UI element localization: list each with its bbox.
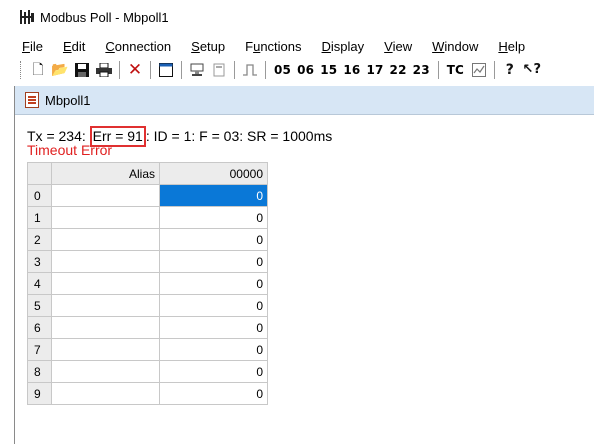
toolbar-separator bbox=[265, 61, 266, 79]
toolbar-separator bbox=[150, 61, 151, 79]
alias-cell[interactable] bbox=[51, 250, 160, 273]
register-value-cell[interactable]: 0 bbox=[159, 294, 268, 317]
table-row: 9 0 bbox=[27, 382, 268, 405]
table-row: 3 0 bbox=[27, 250, 268, 273]
disconnect-icon[interactable] bbox=[211, 62, 227, 78]
alias-cell[interactable] bbox=[51, 360, 160, 383]
register-value-cell[interactable]: 0 bbox=[159, 338, 268, 361]
table-row: 7 0 bbox=[27, 338, 268, 361]
toolbar-separator bbox=[119, 61, 120, 79]
window-titlebar: Modbus Poll - Mbpoll1 bbox=[0, 0, 594, 34]
toolbar: 🗋 📂 ✕ 05 06 15 16 17 22 23 TC ? ↖? bbox=[20, 58, 594, 82]
register-value-cell[interactable]: 0 bbox=[159, 272, 268, 295]
register-value-cell[interactable]: 0 bbox=[159, 228, 268, 251]
register-grid: Alias 00000 0 0 1 0 2 0 3 0 4 0 5 0 6 0 … bbox=[27, 162, 268, 405]
alias-cell[interactable] bbox=[51, 294, 160, 317]
print-icon[interactable] bbox=[96, 62, 112, 78]
child-window-title: Mbpoll1 bbox=[45, 92, 91, 108]
fc-23-button[interactable]: 23 bbox=[413, 63, 430, 77]
menu-view[interactable]: View bbox=[384, 39, 412, 54]
register-value-cell[interactable]: 0 bbox=[159, 250, 268, 273]
pulse-icon[interactable] bbox=[242, 62, 258, 78]
document-icon bbox=[25, 92, 39, 108]
row-header[interactable]: 7 bbox=[27, 338, 52, 361]
fc-17-button[interactable]: 17 bbox=[366, 63, 383, 77]
menu-help[interactable]: Help bbox=[498, 39, 525, 54]
table-row: 8 0 bbox=[27, 360, 268, 383]
fc-05-button[interactable]: 05 bbox=[274, 63, 291, 77]
monitor-icon[interactable] bbox=[471, 62, 487, 78]
register-value-cell[interactable]: 0 bbox=[159, 206, 268, 229]
help-icon[interactable]: ? bbox=[502, 62, 518, 78]
column-header-register[interactable]: 00000 bbox=[159, 162, 268, 185]
table-row: 2 0 bbox=[27, 228, 268, 251]
alias-cell[interactable] bbox=[51, 184, 160, 207]
alias-cell[interactable] bbox=[51, 316, 160, 339]
table-row: 0 0 bbox=[27, 184, 268, 207]
status-details: : ID = 1: F = 03: SR = 1000ms bbox=[145, 128, 333, 144]
menu-file[interactable]: File bbox=[22, 39, 43, 54]
toolbar-separator bbox=[234, 61, 235, 79]
save-icon[interactable] bbox=[74, 62, 90, 78]
open-icon[interactable]: 📂 bbox=[51, 62, 68, 78]
fc-22-button[interactable]: 22 bbox=[390, 63, 407, 77]
table-row: 1 0 bbox=[27, 206, 268, 229]
alias-cell[interactable] bbox=[51, 338, 160, 361]
row-header[interactable]: 3 bbox=[27, 250, 52, 273]
register-value-cell[interactable]: 0 bbox=[159, 360, 268, 383]
error-message: Timeout Error bbox=[27, 142, 113, 158]
row-header[interactable]: 6 bbox=[27, 316, 52, 339]
menu-functions[interactable]: Functions bbox=[245, 39, 301, 54]
alias-cell[interactable] bbox=[51, 382, 160, 405]
row-header[interactable]: 5 bbox=[27, 294, 52, 317]
alias-cell[interactable] bbox=[51, 228, 160, 251]
new-icon[interactable]: 🗋 bbox=[30, 62, 46, 78]
register-value-cell[interactable]: 0 bbox=[159, 382, 268, 405]
fc-15-button[interactable]: 15 bbox=[320, 63, 337, 77]
table-row: 6 0 bbox=[27, 316, 268, 339]
toolbar-separator bbox=[181, 61, 182, 79]
grid-header-row: Alias 00000 bbox=[27, 162, 268, 185]
row-header[interactable]: 0 bbox=[27, 184, 52, 207]
toolbar-separator bbox=[493, 61, 495, 79]
menu-setup[interactable]: Setup bbox=[191, 39, 225, 54]
delete-icon[interactable]: ✕ bbox=[127, 62, 143, 79]
menu-window[interactable]: Window bbox=[432, 39, 478, 54]
window-icon[interactable] bbox=[158, 62, 174, 78]
modbus-poll-app-icon bbox=[20, 10, 34, 24]
row-header[interactable]: 2 bbox=[27, 228, 52, 251]
menu-edit[interactable]: Edit bbox=[63, 39, 85, 54]
row-header[interactable]: 9 bbox=[27, 382, 52, 405]
context-help-icon[interactable]: ↖? bbox=[523, 62, 541, 78]
tc-button[interactable]: TC bbox=[447, 63, 464, 77]
mdi-client-area: Mbpoll1 Tx = 234: Err = 91: ID = 1: F = … bbox=[14, 86, 594, 444]
table-row: 5 0 bbox=[27, 294, 268, 317]
fc-06-button[interactable]: 06 bbox=[297, 63, 314, 77]
child-window-titlebar[interactable]: Mbpoll1 bbox=[15, 86, 594, 115]
table-row: 4 0 bbox=[27, 272, 268, 295]
register-value-cell[interactable]: 0 bbox=[159, 316, 268, 339]
alias-cell[interactable] bbox=[51, 206, 160, 229]
row-header[interactable]: 1 bbox=[27, 206, 52, 229]
row-header[interactable]: 4 bbox=[27, 272, 52, 295]
column-header-alias[interactable]: Alias bbox=[51, 162, 160, 185]
menu-connection[interactable]: Connection bbox=[105, 39, 171, 54]
menu-bar: File Edit Connection Setup Functions Dis… bbox=[0, 36, 594, 56]
toolbar-grip[interactable] bbox=[20, 61, 24, 79]
connect-icon[interactable] bbox=[189, 62, 205, 78]
toolbar-separator bbox=[437, 61, 439, 79]
row-header[interactable]: 8 bbox=[27, 360, 52, 383]
fc-16-button[interactable]: 16 bbox=[343, 63, 360, 77]
alias-cell[interactable] bbox=[51, 272, 160, 295]
function-code-buttons: 05 06 15 16 17 22 23 bbox=[274, 63, 430, 77]
register-value-cell[interactable]: 0 bbox=[159, 184, 268, 207]
menu-display[interactable]: Display bbox=[322, 39, 365, 54]
grid-corner bbox=[27, 162, 52, 185]
window-title: Modbus Poll - Mbpoll1 bbox=[40, 9, 169, 25]
